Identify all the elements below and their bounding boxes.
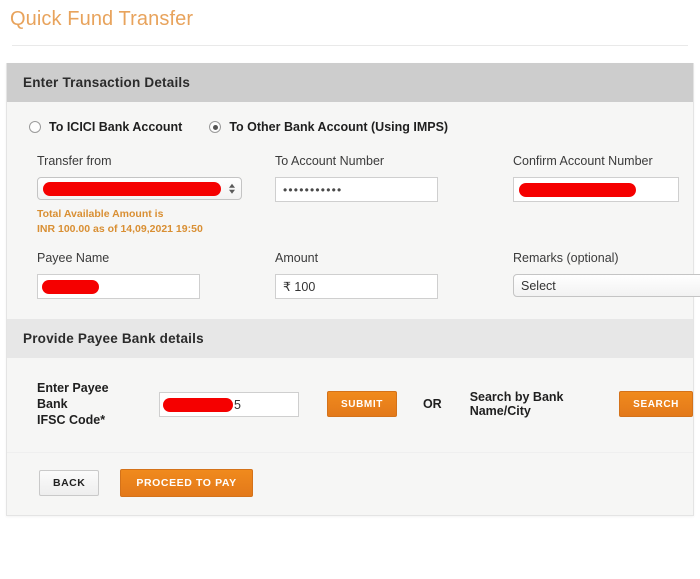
stepper-arrows-icon[interactable]	[229, 183, 235, 194]
amount-value: ₹ 100	[283, 280, 316, 294]
ifsc-code-input[interactable]: 5	[159, 391, 299, 417]
quick-fund-transfer-card: Enter Transaction Details To ICICI Bank …	[6, 63, 700, 516]
field-amount: Amount ₹ 100	[275, 237, 513, 299]
to-account-number-input[interactable]: •••••••••••	[275, 177, 438, 202]
radio-option-icici-account-label: To ICICI Bank Account	[49, 120, 183, 134]
page-title: Quick Fund Transfer	[10, 8, 194, 30]
back-button[interactable]: BACK	[39, 470, 100, 496]
radio-option-other-bank-account-label: To Other Bank Account (Using IMPS)	[229, 120, 449, 134]
redaction-bar-ifsc-code	[163, 397, 233, 412]
payee-bank-details-body: Enter Payee Bank IFSC Code* 5 SUBMIT OR …	[7, 358, 693, 452]
field-label-remarks: Remarks (optional)	[513, 251, 619, 265]
confirm-account-number-input[interactable]	[513, 177, 679, 202]
or-separator-label: OR	[422, 397, 442, 411]
field-to-account-number: To Account Number •••••••••••	[275, 140, 513, 237]
field-label-confirm-account-number: Confirm Account Number	[513, 154, 653, 168]
amount-input[interactable]: ₹ 100	[275, 274, 438, 299]
search-by-bank-label: Search by Bank Name/City	[469, 390, 564, 418]
ifsc-code-label-line1: Enter Payee Bank	[37, 381, 109, 411]
account-type-radio-group: To ICICI Bank Account To Other Bank Acco…	[7, 118, 693, 140]
ifsc-code-label-line2: IFSC Code*	[37, 413, 106, 427]
available-balance-line1: Total Available Amount is	[37, 208, 164, 220]
transfer-from-select[interactable]	[37, 177, 242, 200]
field-confirm-account-number: Confirm Account Number	[513, 140, 700, 237]
ifsc-code-visible-value: 5	[234, 397, 241, 412]
radio-selected-icon[interactable]	[209, 121, 222, 133]
to-account-number-value: •••••••••••	[283, 183, 343, 197]
field-payee-name: Payee Name	[37, 237, 275, 299]
submit-button[interactable]: SUBMIT	[327, 391, 397, 417]
field-label-to-account-number: To Account Number	[275, 154, 385, 168]
radio-option-other-bank-account[interactable]: To Other Bank Account (Using IMPS)	[209, 120, 448, 134]
search-button[interactable]: SEARCH	[619, 391, 693, 417]
redaction-bar-confirm-account-number	[519, 183, 636, 197]
remarks-select[interactable]: Select	[513, 274, 700, 297]
form-footer: BACK PROCEED TO PAY	[7, 452, 693, 515]
ifsc-code-label: Enter Payee Bank IFSC Code*	[37, 380, 139, 428]
payee-name-input[interactable]	[37, 274, 200, 299]
radio-unselected-icon[interactable]	[29, 121, 41, 133]
field-label-amount: Amount	[275, 251, 319, 265]
section-header-transaction-details: Enter Transaction Details	[7, 63, 693, 102]
transaction-fields-grid: Transfer from Total Available Amount is …	[7, 140, 700, 299]
redaction-bar-payee-name	[42, 280, 99, 294]
field-remarks: Remarks (optional) Select	[513, 237, 700, 299]
remarks-selected-value: Select	[521, 278, 556, 293]
proceed-to-pay-button[interactable]: PROCEED TO PAY	[120, 469, 253, 497]
section-header-payee-bank-details: Provide Payee Bank details	[7, 319, 693, 358]
field-label-transfer-from: Transfer from	[37, 154, 112, 168]
field-transfer-from: Transfer from Total Available Amount is …	[37, 140, 275, 237]
transaction-details-body: To ICICI Bank Account To Other Bank Acco…	[7, 102, 700, 319]
available-balance-line2: INR 100.00 as of 14,09,2021 19:50	[37, 223, 203, 235]
field-label-payee-name: Payee Name	[37, 251, 110, 265]
redaction-bar-transfer-from	[43, 182, 221, 196]
title-divider	[12, 45, 688, 46]
available-balance-note: Total Available Amount is INR 100.00 as …	[37, 207, 275, 237]
radio-option-icici-account[interactable]: To ICICI Bank Account	[29, 120, 182, 134]
